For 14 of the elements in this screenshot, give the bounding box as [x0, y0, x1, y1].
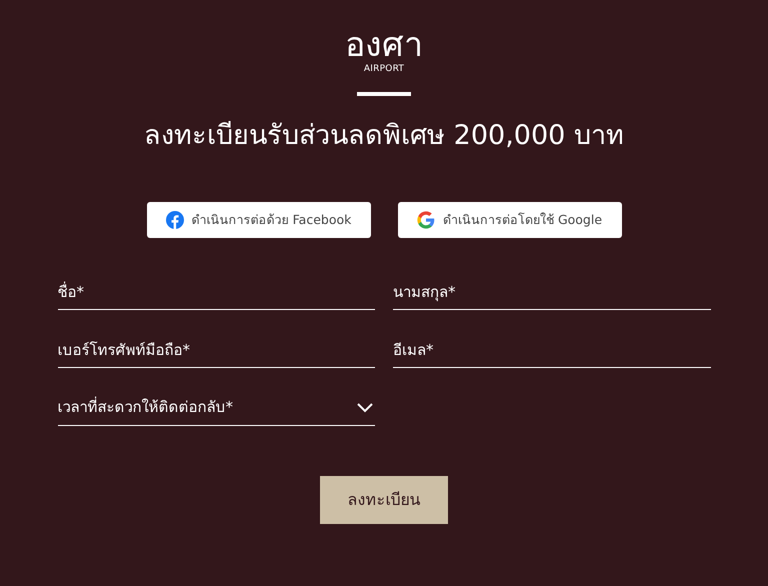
input-field[interactable]: นามสกุล* [393, 274, 710, 310]
logo-subtitle: AIRPORT [364, 64, 404, 74]
register-button[interactable]: ลงทะเบียน [320, 476, 448, 524]
input-field[interactable]: ชื่อ* [58, 274, 375, 310]
facebook-icon [166, 211, 184, 229]
logo-wordmark: องศา [345, 26, 423, 64]
google-icon [416, 211, 435, 229]
google-login-button[interactable]: ดำเนินการต่อโดยใช้ Google [398, 202, 622, 238]
chevron-down-icon [357, 402, 373, 412]
page-heading: ลงทะเบียนรับส่วนลดพิเศษ 200,000 บาท [144, 119, 624, 153]
contact-time-dropdown[interactable]: เวลาที่สะดวกให้ติดต่อกลับ* [58, 390, 375, 426]
input-field[interactable]: อีเมล* [393, 332, 710, 368]
input-field[interactable]: เบอร์โทรศัพท์มือถือ* [58, 332, 375, 368]
facebook-login-button[interactable]: ดำเนินการต่อด้วย Facebook [146, 202, 370, 238]
